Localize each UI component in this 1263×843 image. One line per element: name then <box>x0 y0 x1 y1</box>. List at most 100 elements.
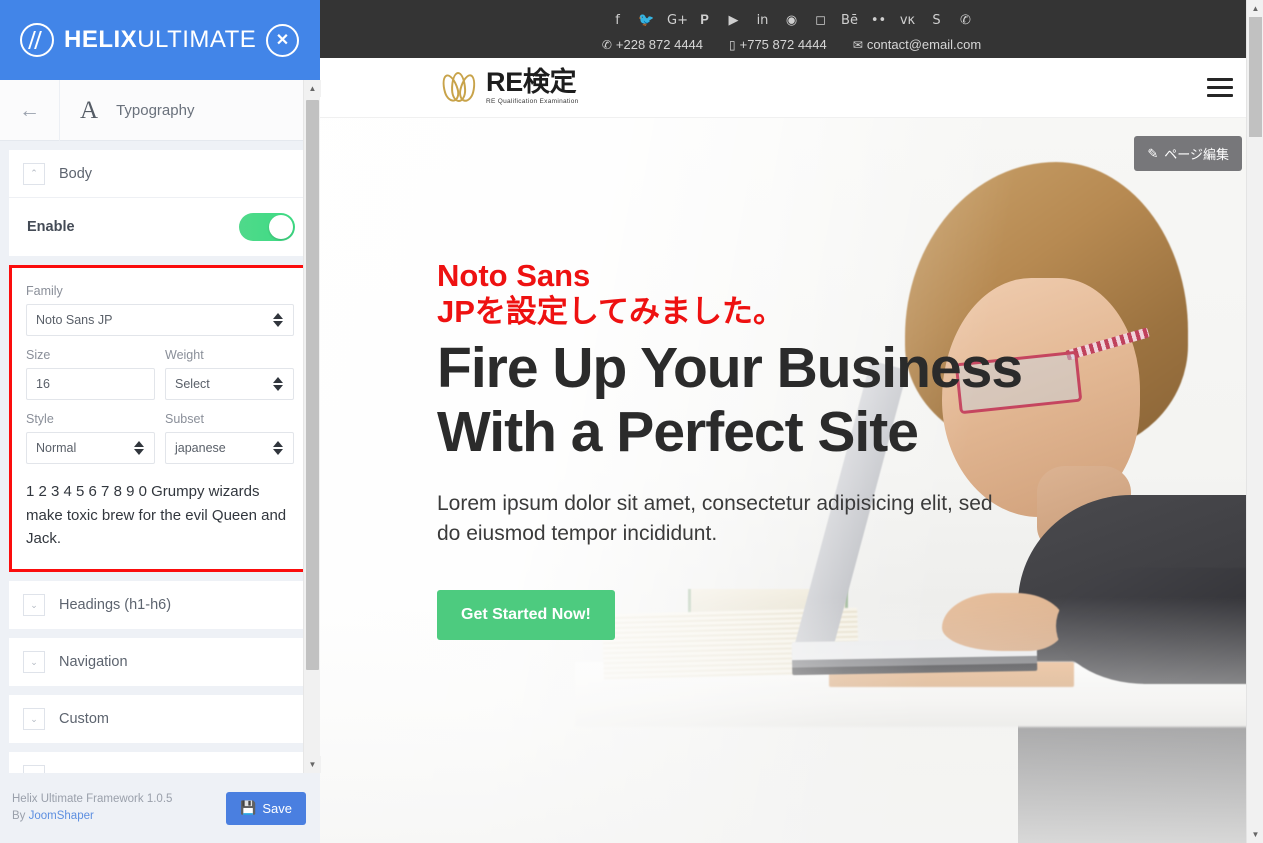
accordion-header-body[interactable]: ⌃ Body <box>9 150 311 198</box>
weight-label: Weight <box>165 348 204 362</box>
hero-red-line2: JPを設定してみました。 <box>437 293 784 329</box>
hero-red-note: Noto Sans JPを設定してみました。 <box>437 258 837 330</box>
vk-icon[interactable]: ᴠκ <box>899 14 916 27</box>
hamburger-menu-icon[interactable] <box>1207 78 1233 97</box>
instagram-icon[interactable]: ◻ <box>812 14 829 27</box>
mobile-icon: ▯ <box>729 37 736 52</box>
by-prefix: By <box>12 810 29 822</box>
page-edit-label: ページ編集 <box>1164 147 1229 162</box>
scroll-up-arrow-icon[interactable]: ▲ <box>304 80 321 97</box>
phone-mobile[interactable]: ▯ +775 872 4444 <box>729 37 827 52</box>
envelope-icon: ✉ <box>852 37 863 52</box>
hero-content: Noto Sans JPを設定してみました。 Fire Up Your Busi… <box>320 118 1023 641</box>
chevron-down-icon[interactable]: ⌄ <box>23 765 45 773</box>
email-value: contact@email.com <box>866 37 982 52</box>
phone-primary[interactable]: ✆ +228 872 4444 <box>602 37 703 52</box>
window-scroll-down-icon[interactable]: ▼ <box>1247 826 1263 843</box>
hero-heading-line2: With a Perfect Site <box>437 400 919 465</box>
site-logo[interactable]: RE検定 RE Qualification Examination <box>439 69 579 106</box>
helix-typography-screen: HELIXULTIMATE ✕ ← A Typography ⌃ Body En… <box>0 0 1263 843</box>
framework-version: Helix Ultimate Framework 1.0.5 <box>12 793 173 806</box>
brand-bold: HELIX <box>64 26 138 53</box>
accordion-header-navigation[interactable]: ⌄ Navigation <box>9 638 311 686</box>
helix-logo-icon <box>20 23 54 57</box>
behance-icon[interactable]: Bē <box>841 14 858 27</box>
linkedin-icon[interactable]: in <box>754 14 771 27</box>
hero-heading: Fire Up Your Business With a Perfect Sit… <box>437 336 1023 465</box>
panel-subheader: ← A Typography <box>0 79 320 141</box>
close-icon[interactable]: ✕ <box>266 24 299 57</box>
panel-footer: Helix Ultimate Framework 1.0.5 By JoomSh… <box>0 773 320 843</box>
save-button[interactable]: 💾 Save <box>226 791 306 825</box>
skype-icon[interactable]: S <box>928 14 945 27</box>
save-icon: 💾 <box>240 800 257 815</box>
subset-label: Subset <box>165 412 204 426</box>
accordion-header-partial[interactable]: ⌄ <box>9 752 311 773</box>
font-subset-select[interactable]: japanese <box>165 432 294 464</box>
accordion-title: Navigation <box>59 654 128 671</box>
email-address[interactable]: ✉ contact@email.com <box>853 37 981 52</box>
pinterest-icon[interactable]: 𝐏 <box>696 14 713 27</box>
logo-subtitle: RE Qualification Examination <box>486 98 579 106</box>
whatsapp-icon[interactable]: ✆ <box>957 14 974 27</box>
accordion-title: Headings (h1-h6) <box>59 597 172 614</box>
scroll-down-arrow-icon[interactable]: ▼ <box>304 756 321 773</box>
logo-text: RE検定 RE Qualification Examination <box>486 69 579 106</box>
chevron-up-icon[interactable]: ⌃ <box>23 162 45 185</box>
size-weight-row: Size 16 Weight Select <box>26 346 294 400</box>
typography-icon: A <box>80 96 99 124</box>
panel-scrollbar[interactable]: ▲ ▼ <box>303 80 321 773</box>
site-header: RE検定 RE Qualification Examination <box>320 58 1263 118</box>
back-arrow-icon[interactable]: ← <box>0 79 60 141</box>
accordion-custom: ⌄ Custom <box>9 695 311 744</box>
section-title-wrap: A Typography <box>60 98 194 123</box>
window-scroll-up-icon[interactable]: ▲ <box>1247 0 1263 17</box>
hero-section: ✎ ページ編集 Noto Sans JPを設定してみました。 Fire Up Y… <box>320 118 1263 843</box>
panel-scrollbar-thumb[interactable] <box>306 100 319 670</box>
enable-row: Enable <box>9 198 311 256</box>
google-plus-icon[interactable]: G+ <box>667 14 688 27</box>
flickr-icon[interactable]: •• <box>870 14 887 27</box>
page-edit-button[interactable]: ✎ ページ編集 <box>1134 136 1242 171</box>
accordion-headings: ⌄ Headings (h1-h6) <box>9 581 311 630</box>
enable-toggle[interactable] <box>239 213 295 241</box>
font-style-select[interactable]: Normal <box>26 432 155 464</box>
contact-info: ✆ +228 872 4444 ▯ +775 872 4444 ✉ contact@e… <box>602 37 981 52</box>
chevron-down-icon[interactable]: ⌄ <box>23 594 45 617</box>
hero-paragraph: Lorem ipsum dolor sit amet, consectetur … <box>437 491 993 545</box>
helix-settings-panel: HELIXULTIMATE ✕ ← A Typography ⌃ Body En… <box>0 0 321 843</box>
chevron-down-icon[interactable]: ⌄ <box>23 651 45 674</box>
dribbble-icon[interactable]: ◉ <box>783 14 800 27</box>
window-scrollbar-thumb[interactable] <box>1249 17 1262 137</box>
accordion-next-partial: ⌄ <box>9 752 311 773</box>
font-family-select[interactable]: Noto Sans JP <box>26 304 294 336</box>
social-icons: f 🐦 G+ 𝐏 ▶ in ◉ ◻ Bē •• ᴠκ S ✆ <box>609 8 974 32</box>
panel-scroll-area: ⌃ Body Enable Family Noto Sans JP Size 1… <box>0 141 320 773</box>
facebook-icon[interactable]: f <box>609 14 626 27</box>
enable-label: Enable <box>27 219 75 235</box>
brand-light: ULTIMATE <box>137 26 257 53</box>
get-started-button[interactable]: Get Started Now! <box>437 590 615 641</box>
font-weight-select[interactable]: Select <box>165 368 294 400</box>
toggle-knob <box>269 215 293 239</box>
hero-red-line1: Noto Sans <box>437 258 591 293</box>
youtube-icon[interactable]: ▶ <box>725 14 742 27</box>
logo-main: RE検定 <box>486 67 577 98</box>
font-settings-highlight: Family Noto Sans JP Size 16 Weight Selec… <box>9 265 311 573</box>
phone-mobile-value: +775 872 4444 <box>739 37 827 52</box>
size-label: Size <box>26 348 51 362</box>
accordion-header-custom[interactable]: ⌄ Custom <box>9 695 311 743</box>
accordion-header-headings[interactable]: ⌄ Headings (h1-h6) <box>9 581 311 629</box>
framework-info: Helix Ultimate Framework 1.0.5 By JoomSh… <box>12 791 172 824</box>
style-subset-row: Style Normal Subset japanese <box>26 410 294 464</box>
chevron-down-icon[interactable]: ⌄ <box>23 708 45 731</box>
page-title: Typography <box>116 101 195 119</box>
window-scrollbar[interactable]: ▲ ▼ <box>1246 0 1263 843</box>
font-size-input[interactable]: 16 <box>26 368 155 400</box>
twitter-icon[interactable]: 🐦 <box>638 14 655 27</box>
save-label: Save <box>262 800 292 816</box>
joomshaper-link[interactable]: JoomShaper <box>29 810 94 822</box>
accordion-navigation: ⌄ Navigation <box>9 638 311 687</box>
accordion-body: ⌃ Body Enable <box>9 150 311 256</box>
framework-author: By JoomShaper <box>12 808 172 825</box>
